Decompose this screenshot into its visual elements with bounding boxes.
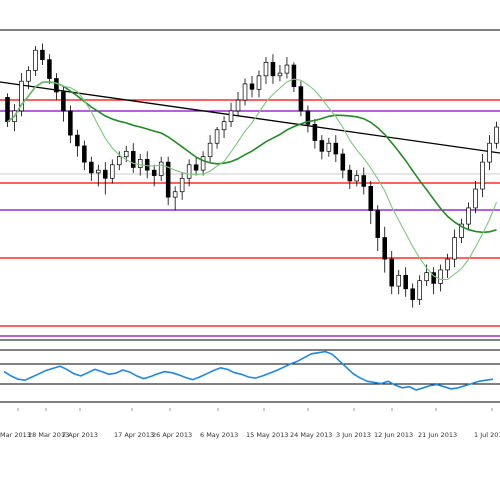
x-tick-label: Mar 2013 [0,431,31,439]
bullish-candle [200,156,206,171]
bullish-candle [242,83,248,101]
bearish-candle [193,164,199,171]
bullish-candle [228,110,234,123]
bearish-candle [82,145,87,163]
bearish-candle [89,161,94,174]
bearish-candle [333,142,339,155]
bullish-candle [494,126,499,144]
bearish-candle [403,274,408,290]
bullish-candle [110,164,115,179]
x-tick-label: 15 May 2013 [246,431,288,439]
bullish-candle [473,188,478,209]
bullish-candle [186,164,192,179]
bearish-candle [368,185,374,211]
bearish-candle [61,91,66,112]
x-tick-label: 6 May 2013 [200,431,238,439]
bearish-candle [389,258,394,287]
bullish-candle [487,142,492,163]
bearish-candle [340,153,346,171]
bullish-candle [326,142,332,152]
bullish-candle [480,161,485,190]
bearish-candle [151,169,157,176]
bearish-candle [375,210,381,238]
bearish-candle [40,49,45,61]
x-tick-label: 7 Apr 2013 [62,431,98,439]
bullish-candle [284,64,290,74]
bullish-candle [438,269,443,284]
bullish-candle [354,175,360,182]
chart-background [0,0,500,500]
candlestick-chart: Mar 201328 Mar 20137 Apr 2013 17 Apr 2013… [0,0,500,500]
bearish-candle [130,150,136,168]
bearish-candle [382,237,388,260]
x-tick-label: 26 Apr 2013 [152,431,192,439]
bearish-candle [103,169,108,179]
bearish-candle [298,86,304,112]
bearish-candle [361,175,367,187]
bearish-candle [270,61,276,77]
bullish-candle [207,142,213,158]
x-tick-label: 24 May 2013 [290,431,332,439]
x-tick-label: 12 Jun 2013 [374,431,413,439]
bullish-candle [33,49,38,71]
bullish-candle [116,156,122,166]
bearish-candle [410,288,415,300]
bearish-candle [347,169,353,182]
bullish-candle [417,280,422,300]
x-tick-label: 3 Jun 2013 [336,431,371,439]
bullish-candle [214,129,220,144]
bullish-candle [256,75,262,90]
bullish-candle [396,274,401,287]
bearish-candle [249,83,255,90]
bullish-candle [96,169,101,174]
bearish-candle [319,140,325,152]
bullish-candle [452,237,457,260]
bullish-candle [179,177,185,193]
bullish-candle [158,161,164,176]
bearish-candle [75,134,80,147]
bullish-candle [26,70,31,82]
bullish-candle [466,207,471,225]
bearish-candle [312,123,318,141]
bearish-candle [291,64,297,87]
x-tick-label: 17 Apr 2013 [114,431,154,439]
bearish-candle [68,110,73,136]
bullish-candle [172,191,178,198]
bullish-candle [445,258,450,271]
bullish-candle [277,72,283,77]
bullish-candle [221,121,227,131]
bearish-candle [54,78,59,93]
x-tick-label: 1 Jul 2013 [474,431,500,439]
bullish-candle [235,99,241,112]
bearish-candle [144,159,150,171]
bullish-candle [263,61,269,77]
bullish-candle [424,272,429,282]
bearish-candle [47,59,52,79]
x-tick-label: 21 Jun 2013 [418,431,457,439]
bullish-candle [137,159,143,168]
bullish-candle [123,150,129,158]
bearish-candle [5,97,10,123]
